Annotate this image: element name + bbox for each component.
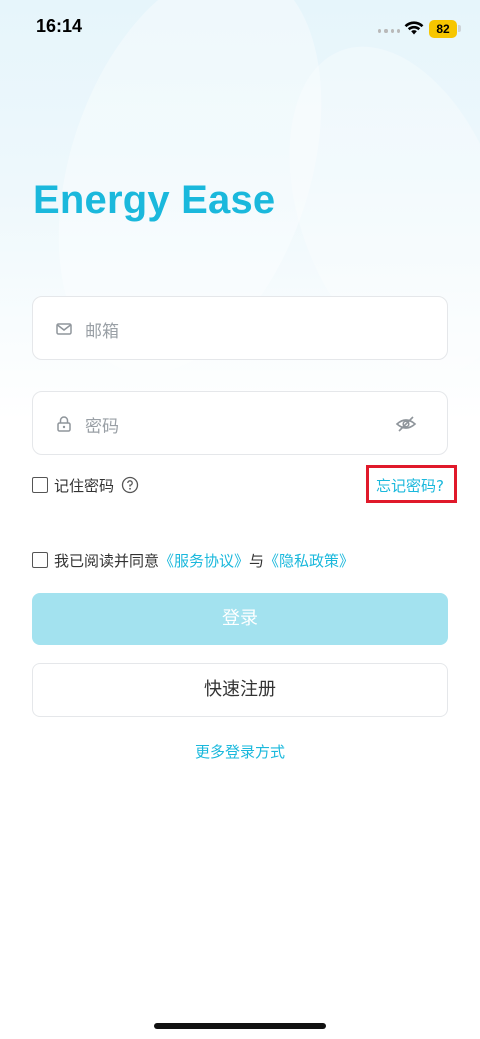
eye-off-icon[interactable]	[395, 414, 417, 434]
signal-dots-icon	[378, 29, 400, 35]
lock-icon	[57, 416, 71, 432]
password-field[interactable]: 密码	[32, 391, 448, 455]
mail-icon	[56, 323, 72, 335]
remember-password-checkbox[interactable]	[32, 477, 48, 493]
more-login-options-link[interactable]: 更多登录方式	[0, 741, 480, 762]
remember-password-label: 记住密码	[54, 477, 115, 495]
service-agreement-link[interactable]: 《服务协议》	[159, 552, 249, 570]
battery-icon: 82	[429, 20, 457, 38]
wifi-icon	[404, 21, 424, 35]
register-button[interactable]: 快速注册	[32, 663, 448, 717]
agreement-prefix: 我已阅读并同意	[54, 552, 160, 570]
privacy-policy-link[interactable]: 《隐私政策》	[264, 552, 354, 570]
app-title: Energy Ease	[33, 178, 276, 222]
status-time: 16:14	[36, 16, 83, 36]
agreement-joiner: 与	[249, 552, 265, 570]
battery-nub	[458, 25, 461, 32]
email-field[interactable]: 邮箱	[32, 296, 448, 360]
status-bar: 16:14 82	[0, 0, 480, 58]
agreement-text: 我已阅读并同意《服务协议》与《隐私政策》	[54, 550, 354, 571]
email-placeholder: 邮箱	[85, 322, 119, 342]
agree-terms-checkbox[interactable]	[32, 552, 48, 568]
highlight-box	[366, 465, 457, 503]
login-button[interactable]: 登录	[32, 593, 448, 645]
help-circle-icon[interactable]	[121, 476, 139, 494]
password-placeholder: 密码	[85, 417, 119, 437]
home-indicator	[154, 1023, 326, 1029]
